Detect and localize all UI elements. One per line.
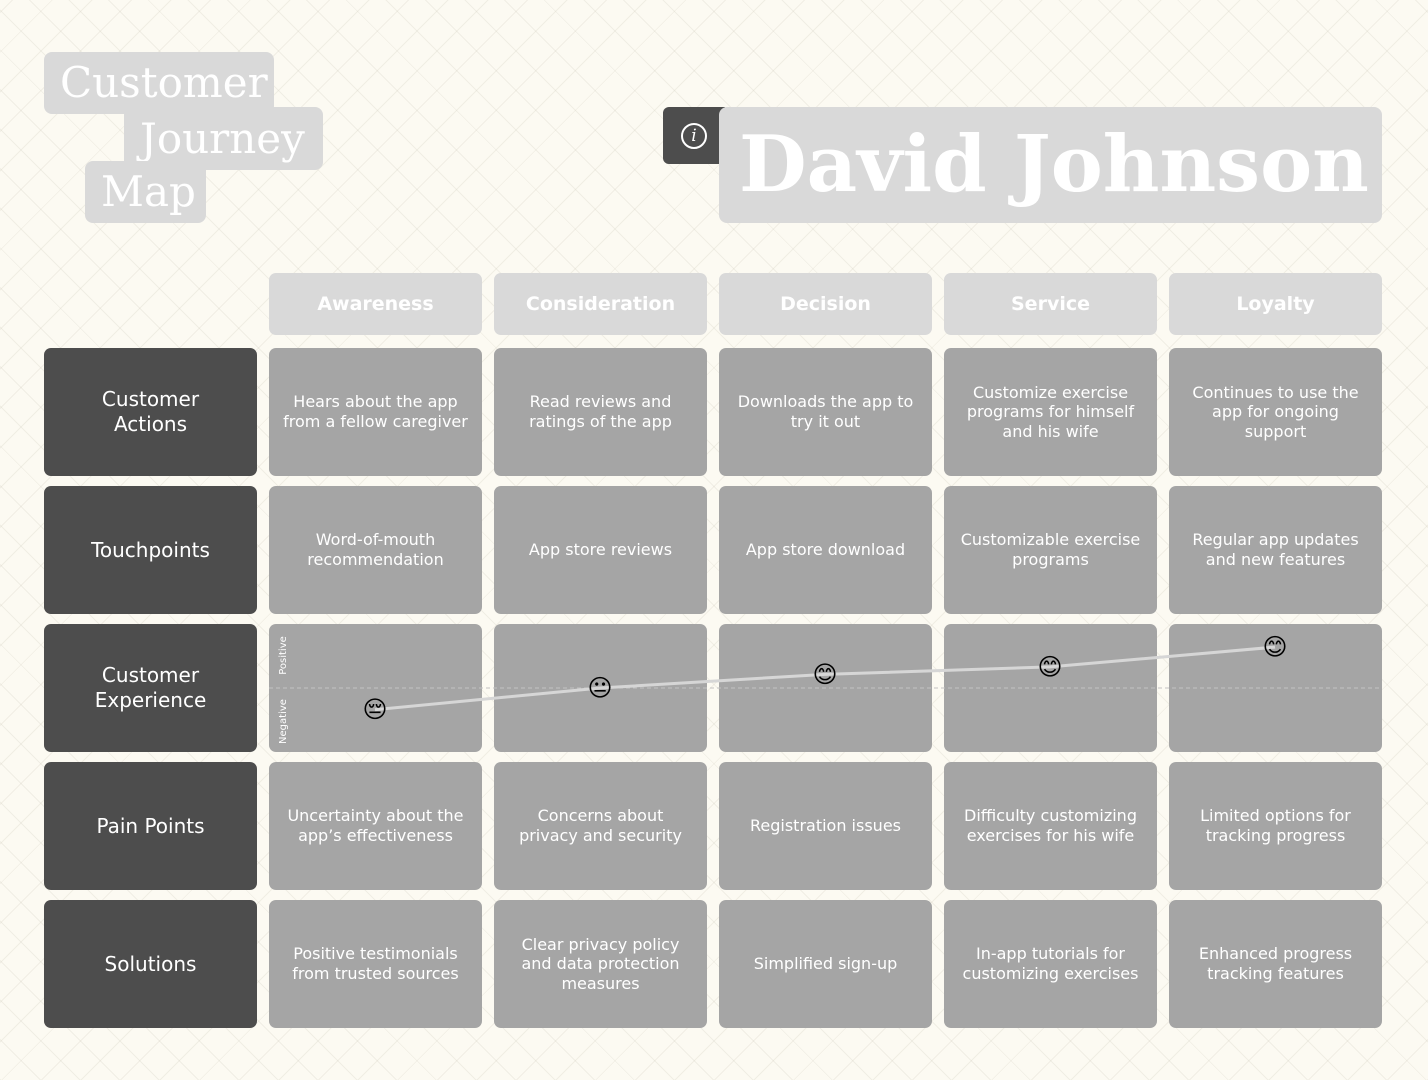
cell-experience-loyalty bbox=[1169, 624, 1382, 752]
stage-header-consideration: Consideration bbox=[494, 273, 707, 335]
cell-solutions-loyalty: Enhanced progress tracking features bbox=[1169, 900, 1382, 1028]
cell-touchpoints-consideration: App store reviews bbox=[494, 486, 707, 614]
row-label-customer-actions: Customer Actions bbox=[44, 348, 257, 476]
cell-touchpoints-decision: App store download bbox=[719, 486, 932, 614]
cell-pain-awareness: Uncertainty about the app’s effectivenes… bbox=[269, 762, 482, 890]
cell-pain-decision: Registration issues bbox=[719, 762, 932, 890]
title-line-1: Customer bbox=[60, 58, 268, 107]
cell-solutions-awareness: Positive testimonials from trusted sourc… bbox=[269, 900, 482, 1028]
title-chip-customer: Customer bbox=[44, 52, 274, 114]
stage-header-decision: Decision bbox=[719, 273, 932, 335]
cell-actions-consideration: Read reviews and ratings of the app bbox=[494, 348, 707, 476]
cell-experience-decision bbox=[719, 624, 932, 752]
stage-header-loyalty: Loyalty bbox=[1169, 273, 1382, 335]
cell-experience-awareness bbox=[269, 624, 482, 752]
cell-solutions-service: In-app tutorials for customizing exercis… bbox=[944, 900, 1157, 1028]
cell-pain-service: Difficulty customizing exercises for his… bbox=[944, 762, 1157, 890]
cell-actions-loyalty: Continues to use the app for ongoing sup… bbox=[1169, 348, 1382, 476]
title-line-3: Map bbox=[101, 167, 196, 216]
row-label-solutions: Solutions bbox=[44, 900, 257, 1028]
cell-solutions-consideration: Clear privacy policy and data protection… bbox=[494, 900, 707, 1028]
cell-touchpoints-awareness: Word-of-mouth recommendation bbox=[269, 486, 482, 614]
title-line-2: Journey bbox=[140, 113, 305, 163]
info-icon: i bbox=[681, 122, 707, 149]
cell-actions-awareness: Hears about the app from a fellow caregi… bbox=[269, 348, 482, 476]
axis-label-positive: Positive bbox=[277, 635, 289, 675]
cell-experience-service bbox=[944, 624, 1157, 752]
stage-header-service: Service bbox=[944, 273, 1157, 335]
info-button[interactable]: i bbox=[663, 107, 725, 164]
axis-label-negative: Negative bbox=[277, 698, 289, 744]
row-label-touchpoints: Touchpoints bbox=[44, 486, 257, 614]
cell-solutions-decision: Simplified sign-up bbox=[719, 900, 932, 1028]
title-chip-map: Map bbox=[85, 161, 206, 223]
cell-actions-service: Customize exercise programs for himself … bbox=[944, 348, 1157, 476]
stage-header-awareness: Awareness bbox=[269, 273, 482, 335]
cell-experience-consideration bbox=[494, 624, 707, 752]
persona-name: David Johnson bbox=[719, 107, 1382, 223]
row-label-customer-experience: Customer Experience bbox=[44, 624, 257, 752]
cell-touchpoints-service: Customizable exercise programs bbox=[944, 486, 1157, 614]
cell-actions-decision: Downloads the app to try it out bbox=[719, 348, 932, 476]
cell-pain-consideration: Concerns about privacy and security bbox=[494, 762, 707, 890]
cell-touchpoints-loyalty: Regular app updates and new features bbox=[1169, 486, 1382, 614]
row-label-pain-points: Pain Points bbox=[44, 762, 257, 890]
cell-pain-loyalty: Limited options for tracking progress bbox=[1169, 762, 1382, 890]
